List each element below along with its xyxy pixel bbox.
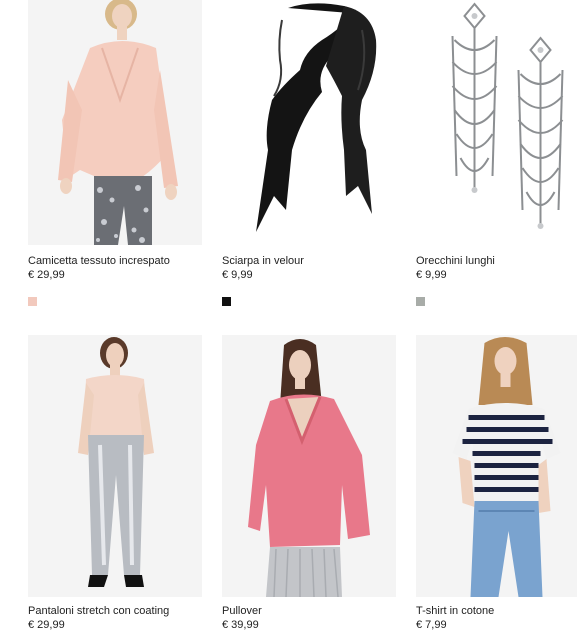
product-name[interactable]: T-shirt in cotone xyxy=(416,605,494,618)
woman-silver-trousers-illustration xyxy=(28,335,202,597)
product-price: € 9,99 xyxy=(222,269,253,281)
product-price: € 9,99 xyxy=(416,269,447,281)
product-image[interactable] xyxy=(222,0,396,245)
product-name[interactable]: Camicetta tessuto increspato xyxy=(28,255,170,268)
product-price: € 39,99 xyxy=(222,619,259,631)
woman-striped-tshirt-illustration xyxy=(422,335,577,597)
product-image[interactable] xyxy=(28,335,202,597)
black-scarf-illustration xyxy=(222,0,396,245)
product-name[interactable]: Sciarpa in velour xyxy=(222,255,304,268)
product-price: € 29,99 xyxy=(28,269,65,281)
product-image[interactable] xyxy=(222,335,396,597)
woman-pink-blouse-illustration xyxy=(28,0,202,245)
color-swatch[interactable] xyxy=(28,297,37,306)
color-swatch[interactable] xyxy=(222,297,231,306)
product-name[interactable]: Orecchini lunghi xyxy=(416,255,495,268)
product-price: € 29,99 xyxy=(28,619,65,631)
product-name[interactable]: Pullover xyxy=(222,605,262,618)
woman-pink-pullover-illustration xyxy=(222,335,396,597)
product-image[interactable] xyxy=(28,0,202,245)
product-name[interactable]: Pantaloni stretch con coating xyxy=(28,605,169,618)
product-price: € 7,99 xyxy=(416,619,447,631)
earrings-illustration xyxy=(422,0,577,245)
product-image[interactable] xyxy=(416,0,577,245)
product-image[interactable] xyxy=(416,335,577,597)
color-swatch[interactable] xyxy=(416,297,425,306)
